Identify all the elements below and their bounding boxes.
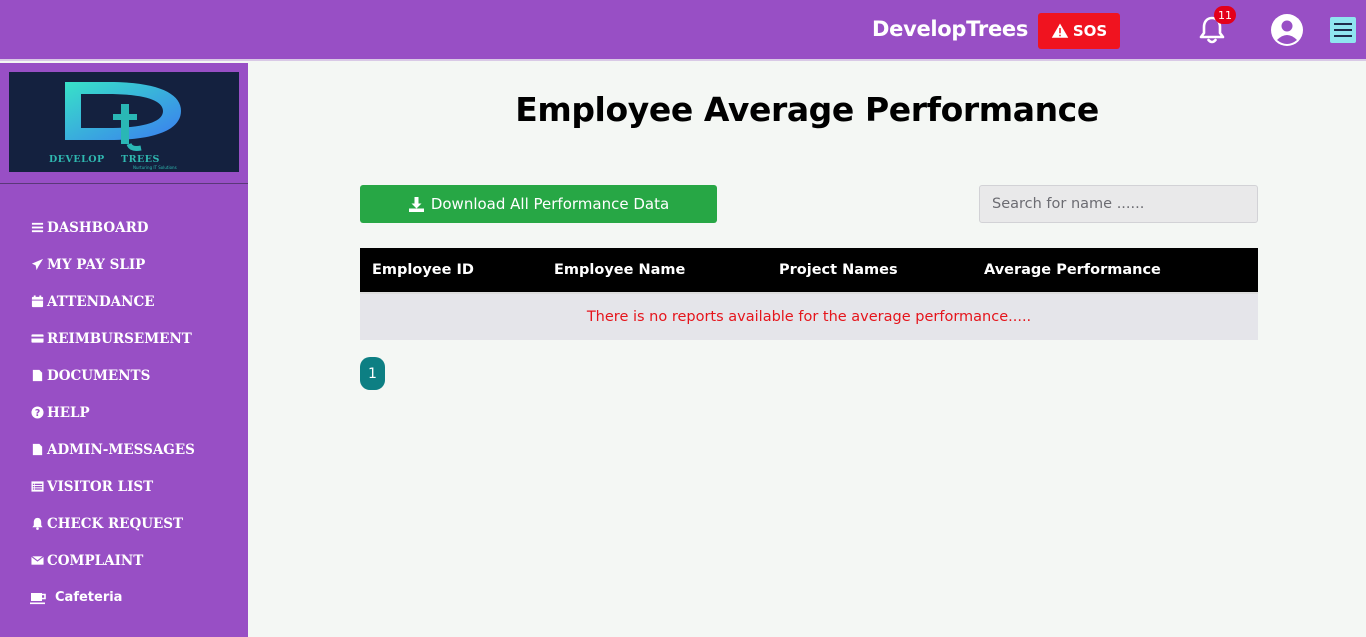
sidebar-item-my-pay-slip[interactable]: MY PAY SLIP [30, 246, 195, 283]
search-name-input[interactable] [979, 185, 1258, 223]
coffee-cup-icon [30, 592, 46, 604]
paper-plane-icon [31, 258, 43, 271]
top-navbar: DevelopTrees SOS 11 [0, 0, 1366, 61]
download-icon [408, 196, 424, 212]
pagination-page-button[interactable]: 1 [360, 357, 385, 390]
developtrees-logo-image: DEVELOP TREES Nurturing IT Solutions [49, 82, 181, 170]
column-header-average-performance: Average Performance [972, 248, 1258, 294]
list-table-icon [30, 481, 44, 492]
credit-card-icon [30, 334, 44, 343]
sidebar-item-label: Cafeteria [55, 590, 123, 605]
warning-icon [1051, 23, 1069, 38]
sidebar-item-label: REIMBURSEMENT [47, 330, 192, 347]
sidebar-item-label: CHECK REQUEST [47, 515, 184, 532]
download-performance-button[interactable]: Download All Performance Data [360, 185, 717, 223]
svg-text:TREES: TREES [121, 154, 160, 165]
sidebar-item-help[interactable]: ? HELP [30, 394, 195, 431]
file-icon [32, 369, 42, 382]
sidebar-item-label: ADMIN-MESSAGES [47, 441, 195, 458]
download-button-label: Download All Performance Data [430, 195, 670, 213]
sidebar: DEVELOP TREES Nurturing IT Solutions DAS… [0, 63, 248, 637]
column-header-project-names: Project Names [767, 248, 972, 294]
user-account-icon[interactable] [1270, 13, 1304, 47]
column-header-employee-name: Employee Name [542, 248, 767, 294]
sidebar-item-cafeteria[interactable]: Cafeteria [30, 579, 195, 616]
list-icon [31, 222, 43, 233]
sidebar-item-documents[interactable]: DOCUMENTS [30, 357, 195, 394]
performance-table: Employee ID Employee Name Project Names … [360, 248, 1258, 340]
question-circle-icon: ? [30, 406, 44, 419]
sidebar-item-label: MY PAY SLIP [47, 256, 146, 273]
svg-text:DEVELOP: DEVELOP [49, 154, 105, 165]
envelope-icon [30, 555, 44, 565]
table-header-row: Employee ID Employee Name Project Names … [360, 248, 1258, 294]
sidebar-item-reimbursement[interactable]: REIMBURSEMENT [30, 320, 195, 357]
page-title: Employee Average Performance [515, 90, 1099, 129]
menu-bar [1334, 29, 1352, 31]
menu-bar [1334, 35, 1352, 37]
sos-button[interactable]: SOS [1038, 13, 1120, 49]
sidebar-item-label: ATTENDANCE [47, 293, 155, 310]
brand-title[interactable]: DevelopTrees [872, 17, 1028, 41]
table-row: There is no reports available for the av… [360, 293, 1258, 340]
svg-text:Nurturing IT Solutions: Nurturing IT Solutions [133, 165, 177, 170]
svg-text:?: ? [34, 408, 39, 419]
bell-icon [31, 517, 43, 530]
column-header-employee-id: Employee ID [360, 248, 542, 294]
sidebar-item-complaint[interactable]: COMPLAINT [30, 542, 195, 579]
sidebar-divider [0, 183, 248, 184]
sidebar-item-label: DASHBOARD [47, 219, 149, 236]
menu-bar [1334, 23, 1352, 25]
sidebar-item-dashboard[interactable]: DASHBOARD [30, 209, 195, 246]
file-icon [32, 443, 42, 456]
sidebar-item-visitor-list[interactable]: VISITOR LIST [30, 468, 195, 505]
sos-label: SOS [1072, 22, 1108, 40]
sidebar-item-label: VISITOR LIST [47, 478, 154, 495]
company-logo[interactable]: DEVELOP TREES Nurturing IT Solutions [9, 72, 239, 172]
sidebar-item-attendance[interactable]: ATTENDANCE [30, 283, 195, 320]
notification-count-badge: 11 [1214, 6, 1236, 24]
sidebar-item-label: HELP [47, 404, 90, 421]
calendar-icon [31, 295, 43, 308]
empty-table-message: There is no reports available for the av… [360, 293, 1258, 340]
sidebar-item-label: DOCUMENTS [47, 367, 151, 384]
sidebar-item-label: COMPLAINT [47, 552, 144, 569]
sidebar-item-check-request[interactable]: CHECK REQUEST [30, 505, 195, 542]
hamburger-menu-button[interactable] [1330, 17, 1356, 43]
sidebar-item-admin-messages[interactable]: ADMIN-MESSAGES [30, 431, 195, 468]
sidebar-nav: DASHBOARD MY PAY SLIP ATTENDANCE REIMBUR… [30, 209, 195, 616]
